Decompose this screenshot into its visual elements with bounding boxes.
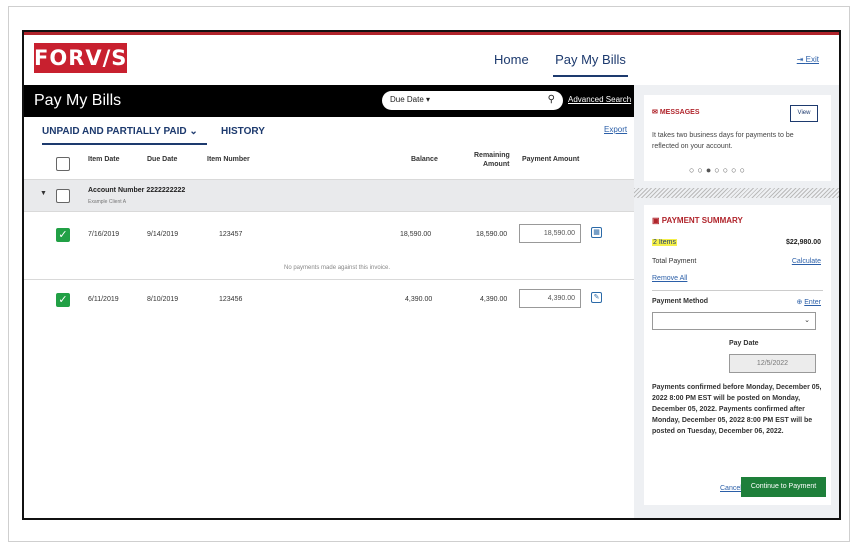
messages-title-label: MESSAGES [659, 109, 700, 116]
exit-icon: ⇥ [796, 55, 806, 64]
col-remaining-line2: Amount [483, 161, 510, 168]
search-filter-dropdown[interactable]: Due Date ▾ [390, 95, 430, 104]
col-balance[interactable]: Balance [411, 156, 438, 163]
chevron-down-icon: ⌄ [804, 317, 810, 324]
enter-payment-method-link[interactable]: ⊕ Enter [796, 298, 821, 306]
mail-icon: ✉ [652, 109, 660, 116]
payment-summary-card: ▣ PAYMENT SUMMARY 2 Items $22,980.00 Tot… [644, 205, 831, 505]
messages-title: ✉ MESSAGES [652, 108, 700, 116]
total-payment-label: Total Payment [652, 258, 697, 265]
pay-date-field[interactable]: 12/5/2022 [729, 354, 816, 373]
col-remaining-line1[interactable]: Remaining [474, 152, 510, 159]
payment-summary-label: PAYMENT SUMMARY [661, 216, 743, 225]
cell-item-number: 123456 [219, 296, 243, 303]
cell-item-date: 7/16/2019 [88, 231, 120, 238]
col-item-date[interactable]: Item Date [88, 156, 120, 163]
summary-icon: ▣ [652, 216, 662, 225]
carousel-dots[interactable]: ○○●○○○○ [689, 165, 748, 175]
payment-summary-title: ▣ PAYMENT SUMMARY [652, 216, 743, 225]
sidebar: ✉ MESSAGES View It takes two business da… [634, 85, 839, 518]
col-due-date[interactable]: Due Date [147, 156, 177, 163]
nav-home[interactable]: Home [494, 52, 529, 67]
cell-item-date: 6/11/2019 [88, 296, 119, 303]
messages-card: ✉ MESSAGES View It takes two business da… [644, 95, 831, 181]
payment-amount-input[interactable]: 18,590.00 [519, 224, 581, 243]
account-group-row: ▼ Account Number 2222222222 Example Clie… [24, 180, 634, 212]
payment-amount-input[interactable]: 4,390.00 [519, 289, 581, 308]
remove-all-link[interactable]: Remove All [652, 275, 687, 282]
search-icon[interactable]: ⚲ [548, 94, 555, 105]
calculate-link[interactable]: Calculate [792, 258, 821, 265]
cell-remaining: 4,390.00 [480, 296, 508, 303]
account-checkbox[interactable] [56, 189, 70, 203]
payment-method-select[interactable]: ⌄ [652, 312, 816, 330]
row-checkbox[interactable]: ✓ [56, 228, 70, 242]
search-bar: Due Date ▾ ⚲ [382, 91, 563, 110]
header: FORV/S Home Pay My Bills ⇥ Exit [24, 35, 839, 85]
table-header: Item Date Due Date Item Number Balance R… [24, 148, 634, 180]
app-window: FORV/S Home Pay My Bills ⇥ Exit Pay My B… [22, 30, 841, 520]
cell-balance: 4,390.00 [405, 296, 433, 303]
tab-unpaid[interactable]: UNPAID AND PARTIALLY PAID ⌄ [42, 126, 207, 145]
posting-notice: Payments confirmed before Monday, Decemb… [652, 384, 822, 435]
no-payments-note: No payments made against this invoice. [284, 265, 391, 271]
nav-pay-my-bills[interactable]: Pay My Bills [553, 52, 628, 77]
exit-link[interactable]: ⇥ Exit [797, 55, 819, 64]
account-number: Account Number 2222222222 [88, 187, 186, 194]
tab-bar: UNPAID AND PARTIALLY PAID ⌄ HISTORY Expo… [24, 118, 634, 148]
advanced-search-link[interactable]: Advanced Search [568, 95, 631, 104]
tab-history[interactable]: HISTORY [221, 126, 265, 137]
message-text: It takes two business days for payments … [652, 132, 794, 150]
table-row: ✓ 7/16/2019 9/14/2019 123457 18,590.00 1… [24, 222, 634, 252]
pay-date-label: Pay Date [729, 340, 759, 347]
search-input[interactable] [437, 93, 537, 107]
total-amount: $22,980.00 [785, 239, 821, 246]
exit-label: Exit [805, 55, 819, 64]
cell-balance: 18,590.00 [400, 231, 432, 238]
divider-hatch [634, 188, 839, 198]
col-payment-amount[interactable]: Payment Amount [522, 156, 579, 163]
summary-divider [652, 290, 823, 291]
export-link[interactable]: Export [604, 125, 627, 134]
edit-note-icon[interactable]: ✎ [591, 292, 602, 303]
cell-remaining: 18,590.00 [476, 231, 508, 238]
row-divider [24, 279, 634, 280]
page-title: Pay My Bills [34, 92, 122, 109]
cell-due-date: 9/14/2019 [147, 231, 179, 238]
continue-to-payment-button[interactable]: Continue to Payment [741, 477, 826, 497]
collapse-caret-icon[interactable]: ▼ [40, 190, 47, 197]
cell-item-number: 123457 [219, 231, 243, 238]
select-all-checkbox[interactable] [56, 157, 70, 171]
col-item-number[interactable]: Item Number [207, 156, 250, 163]
enter-label: Enter [804, 299, 821, 306]
logo: FORV/S [34, 43, 127, 73]
title-bar: Pay My Bills Due Date ▾ ⚲ Advanced Searc… [24, 85, 634, 117]
items-count[interactable]: 2 Items [652, 239, 677, 246]
client-name: Example Client A [88, 199, 127, 205]
payment-method-label: Payment Method [652, 298, 709, 305]
note-icon[interactable]: ▦ [591, 227, 602, 238]
cancel-link[interactable]: Cancel [720, 485, 742, 492]
row-checkbox[interactable]: ✓ [56, 293, 70, 307]
cell-due-date: 8/10/2019 [147, 296, 179, 303]
view-messages-button[interactable]: View [790, 105, 818, 122]
table-row: ✓ 6/11/2019 8/10/2019 123456 4,390.00 4,… [24, 287, 634, 317]
